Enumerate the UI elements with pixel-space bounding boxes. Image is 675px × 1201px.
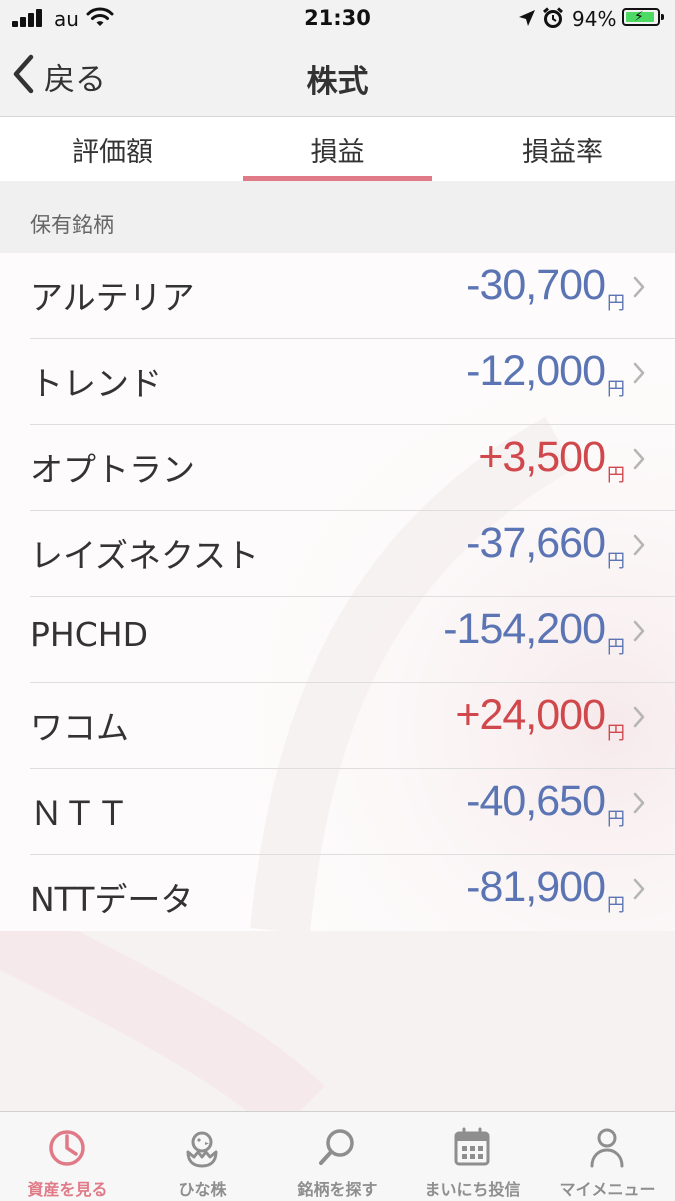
chick-icon	[186, 1131, 218, 1168]
tab-profit-loss-rate[interactable]: 損益率	[450, 117, 675, 181]
profit-loss-value: -81,900	[466, 863, 606, 911]
page-title: 株式	[306, 64, 369, 100]
currency-unit: 円	[607, 379, 625, 400]
stock-name: アルテリア	[30, 278, 195, 317]
profit-loss-value: +24,000	[455, 691, 606, 739]
profit-loss-value: -37,660	[466, 519, 606, 567]
profit-loss-value: -40,650	[466, 777, 606, 825]
list-item[interactable]: ワコム +24,000 円	[30, 683, 675, 769]
currency-unit: 円	[607, 551, 625, 572]
tab-bar-assets[interactable]: 資産を見る	[0, 1112, 135, 1201]
stock-name: NTTデータ	[30, 880, 194, 919]
stock-name: PHCHD	[30, 615, 148, 654]
section-label: 保有銘柄	[30, 213, 114, 237]
holdings-list: アルテリア -30,700 円 トレンド -12,000 円 オプトラン +3,…	[0, 253, 675, 931]
profit-loss-value: -12,000	[466, 347, 606, 395]
tab-bar-hina-kabu[interactable]: ひな株	[135, 1112, 270, 1201]
tab-bar-my-menu[interactable]: マイメニュー	[540, 1112, 675, 1201]
segment-tabs: 評価額 損益 損益率	[0, 117, 675, 181]
chevron-right-icon	[633, 447, 645, 475]
tab-bar-label: ひな株	[178, 1180, 227, 1199]
tab-valuation[interactable]: 評価額	[0, 117, 225, 181]
battery-icon: ⚡	[622, 8, 664, 26]
chevron-right-icon	[633, 619, 645, 647]
currency-unit: 円	[607, 723, 625, 744]
currency-unit: 円	[607, 895, 625, 916]
person-icon	[590, 1128, 624, 1168]
list-item[interactable]: PHCHD -154,200 円	[30, 597, 675, 683]
currency-unit: 円	[607, 293, 625, 314]
tab-bar-label: 銘柄を探す	[297, 1180, 378, 1199]
list-item[interactable]: レイズネクスト -37,660 円	[30, 511, 675, 597]
tab-bar-label: 資産を見る	[27, 1180, 108, 1199]
alarm-clock-icon	[542, 7, 564, 33]
navigation-bar: 戻る 株式	[0, 38, 675, 117]
profit-loss-value: +3,500	[478, 433, 606, 481]
tab-bar-label: マイメニュー	[559, 1180, 656, 1199]
section-header: 保有銘柄	[0, 181, 675, 253]
stock-name: オプトラン	[30, 450, 195, 489]
location-arrow-icon	[518, 9, 536, 31]
stock-name: トレンド	[30, 364, 162, 403]
chevron-right-icon	[633, 705, 645, 733]
chevron-right-icon	[633, 361, 645, 389]
tab-bar-search-stocks[interactable]: 銘柄を探す	[270, 1112, 405, 1201]
chevron-right-icon	[633, 791, 645, 819]
bottom-tab-bar: 資産を見る ひな株 銘柄を探す まいにち投信 マイメニュー	[0, 1111, 675, 1201]
list-item[interactable]: トレンド -12,000 円	[30, 339, 675, 425]
stock-name: ワコム	[30, 708, 129, 747]
chevron-right-icon	[633, 533, 645, 561]
stock-name: ＮＴＴ	[30, 794, 129, 833]
search-icon	[319, 1129, 354, 1165]
empty-area	[0, 931, 675, 1111]
profit-loss-value: -154,200	[443, 605, 606, 653]
stock-name: レイズネクスト	[30, 536, 260, 575]
currency-unit: 円	[607, 465, 625, 486]
tab-profit-loss[interactable]: 損益	[225, 117, 450, 181]
list-item[interactable]: NTTデータ -81,900 円	[30, 855, 675, 931]
profit-loss-value: -30,700	[466, 261, 606, 309]
tab-bar-daily-funds[interactable]: まいにち投信	[405, 1112, 540, 1201]
list-item[interactable]: アルテリア -30,700 円	[30, 253, 675, 339]
calendar-icon	[454, 1127, 490, 1166]
battery-percent: 94%	[572, 7, 617, 31]
status-bar: au 21:30 94% ⚡	[0, 0, 675, 38]
list-item[interactable]: ＮＴＴ -40,650 円	[30, 769, 675, 855]
chevron-right-icon	[633, 877, 645, 905]
currency-unit: 円	[607, 809, 625, 830]
list-item[interactable]: オプトラン +3,500 円	[30, 425, 675, 511]
tab-bar-label: まいにち投信	[424, 1180, 521, 1199]
pie-chart-icon	[49, 1130, 85, 1166]
currency-unit: 円	[607, 637, 625, 658]
chevron-right-icon	[633, 275, 645, 303]
